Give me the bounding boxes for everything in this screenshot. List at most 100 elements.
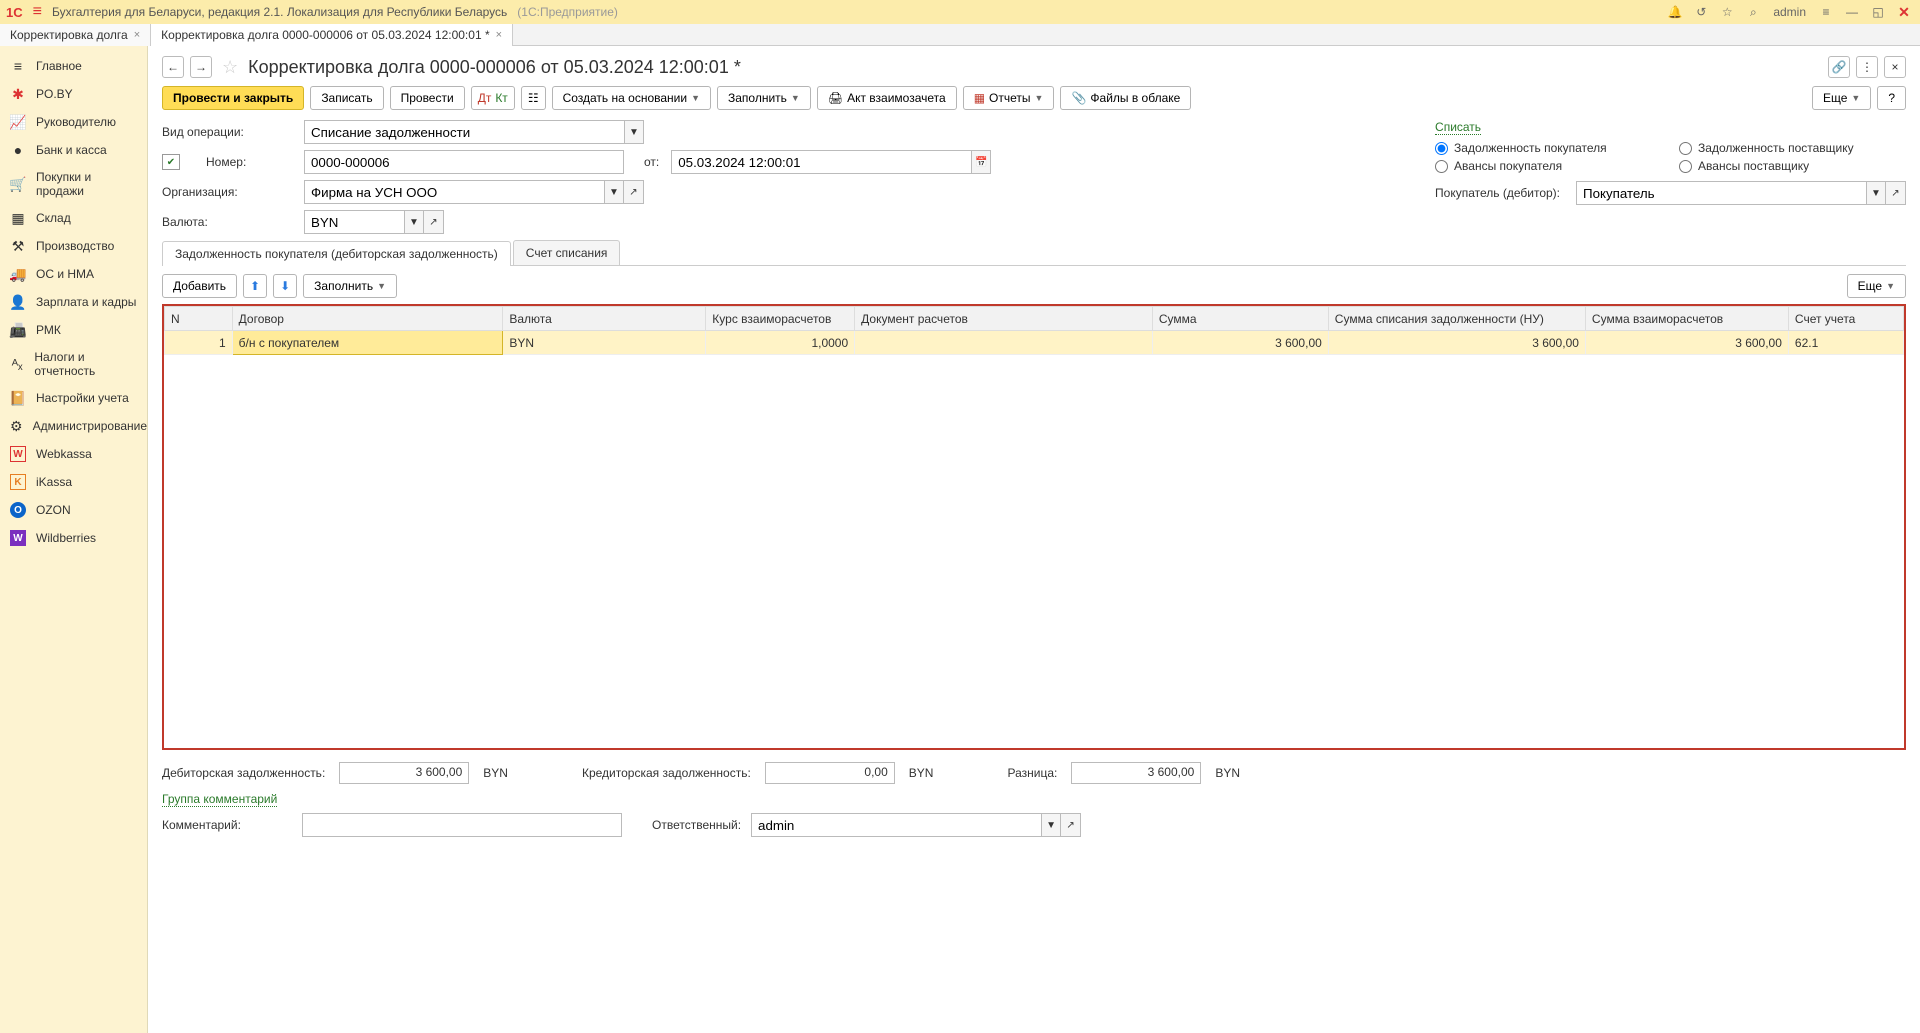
writeoff-group-toggle[interactable]: Списать [1435, 120, 1481, 135]
buyer-input[interactable] [1576, 181, 1866, 205]
date-combo[interactable]: 📅 [671, 150, 991, 174]
sidebar-item-ozon[interactable]: OOZON [0, 496, 147, 524]
bell-icon[interactable]: 🔔 [1665, 2, 1685, 22]
dropdown-icon[interactable]: ▼ [1041, 813, 1061, 837]
date-input[interactable] [671, 150, 971, 174]
close-page-icon[interactable]: × [1884, 56, 1906, 78]
sidebar-item-manager[interactable]: 📈Руководителю [0, 108, 147, 136]
link-icon[interactable]: 🔗 [1828, 56, 1850, 78]
restore-icon[interactable]: ◱ [1868, 2, 1888, 22]
organization-combo[interactable]: ▼ ↗ [304, 180, 644, 204]
sidebar-item-webkassa[interactable]: WWebkassa [0, 440, 147, 468]
sidebar-item-accounting-settings[interactable]: 📔Настройки учета [0, 384, 147, 412]
radio-supplier-debt[interactable]: Задолженность поставщику [1679, 141, 1906, 155]
sidebar-item-hr[interactable]: 👤Зарплата и кадры [0, 288, 147, 316]
post-and-close-button[interactable]: Провести и закрыть [162, 86, 304, 110]
open-icon[interactable]: ↗ [1061, 813, 1081, 837]
operation-type-combo[interactable]: ▼ [304, 120, 644, 144]
create-based-button[interactable]: Создать на основании▼ [552, 86, 711, 110]
radio-buyer-advance[interactable]: Авансы покупателя [1435, 159, 1659, 173]
sidebar-item-ikassa[interactable]: KiKassa [0, 468, 147, 496]
cell-n[interactable]: 1 [165, 331, 233, 355]
nav-forward-button[interactable]: → [190, 56, 212, 78]
col-sum-settle[interactable]: Сумма взаиморасчетов [1585, 307, 1788, 331]
table-row[interactable]: 1 б/н с покупателем BYN 1,0000 3 600,00 … [165, 331, 1904, 355]
dropdown-icon[interactable]: ▼ [624, 120, 644, 144]
radio-supplier-advance[interactable]: Авансы поставщику [1679, 159, 1906, 173]
fill-button[interactable]: Заполнить▼ [717, 86, 811, 110]
cell-currency[interactable]: BYN [503, 331, 706, 355]
sidebar-item-wildberries[interactable]: WWildberries [0, 524, 147, 552]
col-doc[interactable]: Документ расчетов [855, 307, 1153, 331]
save-button[interactable]: Записать [310, 86, 383, 110]
move-down-button[interactable]: ⬇ [273, 274, 297, 298]
user-name[interactable]: admin [1769, 5, 1810, 19]
sidebar-item-warehouse[interactable]: ▦Склад [0, 204, 147, 232]
currency-combo[interactable]: ▼ ↗ [304, 210, 444, 234]
sidebar-item-taxes[interactable]: ᴬₓНалоги и отчетность [0, 344, 147, 384]
operation-type-input[interactable] [304, 120, 624, 144]
main-menu-icon[interactable]: ≡ [33, 3, 42, 21]
fill-table-button[interactable]: Заполнить▼ [303, 274, 397, 298]
close-tab-icon[interactable]: × [134, 29, 140, 41]
reports-button[interactable]: ▦Отчеты▼ [963, 86, 1055, 110]
cell-sum-nu[interactable]: 3 600,00 [1328, 331, 1585, 355]
open-icon[interactable]: ↗ [624, 180, 644, 204]
col-sum[interactable]: Сумма [1152, 307, 1328, 331]
kebab-icon[interactable]: ⋮ [1856, 56, 1878, 78]
sidebar-item-bank[interactable]: ●Банк и касса [0, 136, 147, 164]
minimize-icon[interactable]: — [1842, 2, 1862, 22]
structure-icon-button[interactable]: ☷ [521, 86, 546, 110]
cell-account[interactable]: 62.1 [1788, 331, 1903, 355]
sidebar-item-sales[interactable]: 🛒Покупки и продажи [0, 164, 147, 204]
table-more-button[interactable]: Еще▼ [1847, 274, 1906, 298]
col-rate[interactable]: Курс взаиморасчетов [706, 307, 855, 331]
comment-input[interactable] [302, 813, 622, 837]
history-icon[interactable]: ↺ [1691, 2, 1711, 22]
move-up-button[interactable]: ⬆ [243, 274, 267, 298]
col-n[interactable]: N [165, 307, 233, 331]
open-icon[interactable]: ↗ [1886, 181, 1906, 205]
organization-input[interactable] [304, 180, 604, 204]
dropdown-icon[interactable]: ▼ [604, 180, 624, 204]
post-button[interactable]: Провести [390, 86, 465, 110]
col-account[interactable]: Счет учета [1788, 307, 1903, 331]
col-sum-nu[interactable]: Сумма списания задолженности (НУ) [1328, 307, 1585, 331]
close-app-icon[interactable]: ✕ [1894, 2, 1914, 22]
close-tab-icon[interactable]: × [496, 29, 502, 41]
favorite-star-icon[interactable]: ☆ [222, 57, 238, 78]
sidebar-item-main[interactable]: ≡Главное [0, 52, 147, 80]
number-input[interactable] [304, 150, 624, 174]
comments-group-toggle[interactable]: Группа комментарий [162, 792, 277, 807]
sidebar-item-rmk[interactable]: 📠РМК [0, 316, 147, 344]
responsible-combo[interactable]: ▼ ↗ [751, 813, 1081, 837]
dtkt-icon-button[interactable]: ДтКт [471, 86, 515, 110]
responsible-input[interactable] [751, 813, 1041, 837]
tab-receivables[interactable]: Задолженность покупателя (дебиторская за… [162, 241, 511, 266]
tab-debt-correction-list[interactable]: Корректировка долга × [0, 24, 151, 46]
sidebar-item-assets[interactable]: 🚚ОС и НМА [0, 260, 147, 288]
radio-buyer-debt[interactable]: Задолженность покупателя [1435, 141, 1659, 155]
tab-writeoff-account[interactable]: Счет списания [513, 240, 621, 265]
help-button[interactable]: ? [1877, 86, 1906, 110]
sidebar-item-poby[interactable]: ✱PO.BY [0, 80, 147, 108]
calendar-icon[interactable]: 📅 [971, 150, 991, 174]
star-icon[interactable]: ☆ [1717, 2, 1737, 22]
search-icon[interactable]: ⌕ [1743, 2, 1763, 22]
add-row-button[interactable]: Добавить [162, 274, 237, 298]
cloud-files-button[interactable]: 📎Файлы в облаке [1060, 86, 1191, 110]
receivables-grid[interactable]: N Договор Валюта Курс взаиморасчетов Док… [162, 304, 1906, 750]
buyer-combo[interactable]: ▼ ↗ [1576, 181, 1906, 205]
dropdown-icon[interactable]: ▼ [404, 210, 424, 234]
cell-sum-settle[interactable]: 3 600,00 [1585, 331, 1788, 355]
tab-debt-correction-doc[interactable]: Корректировка долга 0000-000006 от 05.03… [151, 24, 513, 46]
dropdown-icon[interactable]: ▼ [1866, 181, 1886, 205]
cell-rate[interactable]: 1,0000 [706, 331, 855, 355]
offset-act-button[interactable]: 🖨Акт взаимозачета [817, 86, 957, 110]
cell-sum[interactable]: 3 600,00 [1152, 331, 1328, 355]
sidebar-item-admin[interactable]: ⚙Администрирование [0, 412, 147, 440]
settings-bars-icon[interactable]: ≡ [1816, 2, 1836, 22]
cell-contract[interactable]: б/н с покупателем [232, 331, 503, 355]
more-button[interactable]: Еще▼ [1812, 86, 1871, 110]
col-currency[interactable]: Валюта [503, 307, 706, 331]
